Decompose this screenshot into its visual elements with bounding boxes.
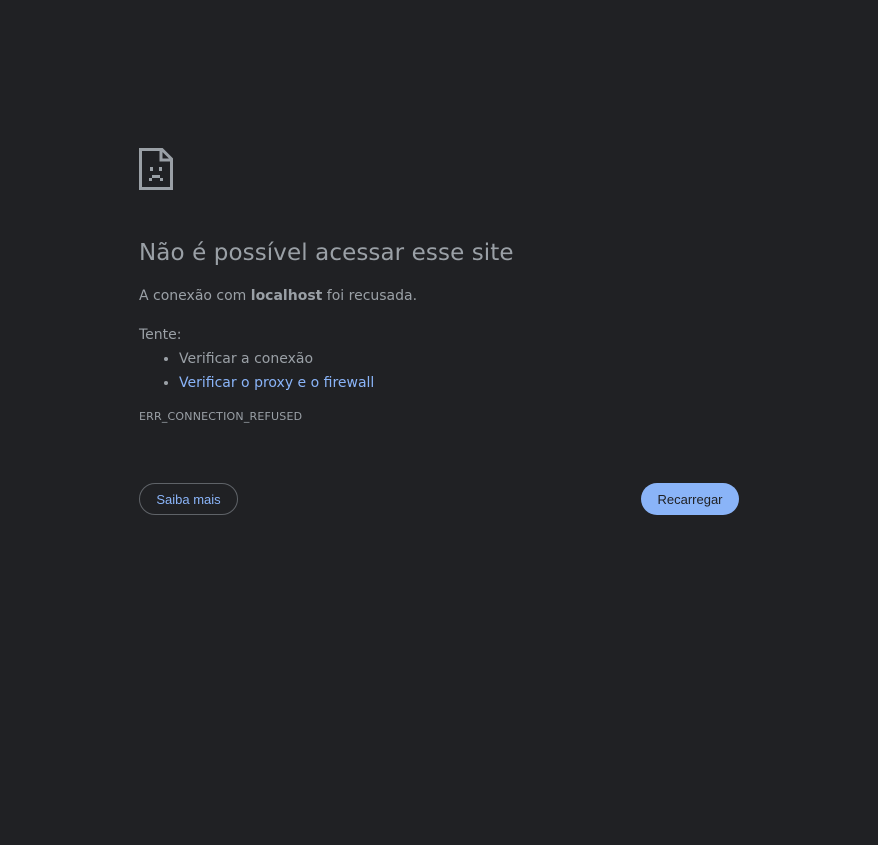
- check-proxy-firewall-link[interactable]: Verificar o proxy e o firewall: [179, 375, 374, 391]
- suggestion-check-proxy-firewall[interactable]: Verificar o proxy e o firewall: [179, 373, 739, 393]
- suggestion-check-connection: Verificar a conexão: [179, 349, 739, 369]
- error-summary: A conexão com localhost foi recusada.: [139, 286, 739, 306]
- suggestions-list: Verificar a conexão Verificar o proxy e …: [139, 349, 739, 393]
- error-page: Não é possível acessar esse site A conex…: [139, 148, 739, 425]
- page-title: Não é possível acessar esse site: [139, 240, 514, 266]
- try-label: Tente:: [139, 327, 182, 343]
- suggestion-label: Verificar a conexão: [179, 351, 314, 367]
- summary-suffix: foi recusada.: [322, 288, 418, 304]
- error-code: ERR_CONNECTION_REFUSED: [139, 410, 303, 423]
- host-name: localhost: [250, 288, 323, 304]
- summary-prefix: A conexão com: [139, 288, 251, 304]
- reload-button[interactable]: Recarregar: [641, 483, 739, 515]
- learn-more-button[interactable]: Saiba mais: [139, 483, 238, 515]
- sad-page-icon: [139, 148, 173, 190]
